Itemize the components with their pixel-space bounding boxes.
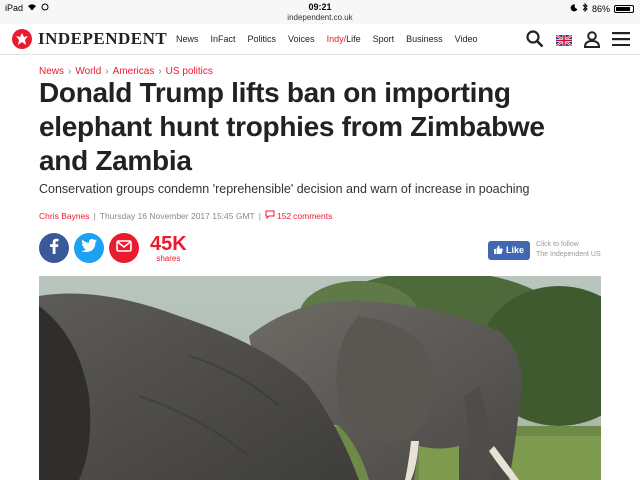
nav-item-video[interactable]: Video — [455, 34, 478, 44]
header-icons — [526, 30, 630, 53]
hero-image[interactable] — [39, 276, 601, 480]
nav-item-voices[interactable]: Voices — [288, 34, 315, 44]
hamburger-menu-icon[interactable] — [612, 32, 630, 51]
nav-indy-label: Indy — [326, 34, 344, 44]
thumbs-up-icon — [494, 245, 503, 256]
byline: Chris Baynes | Thursday 16 November 2017… — [39, 210, 332, 221]
nav-item-news[interactable]: News — [176, 34, 199, 44]
like-label: Like — [506, 245, 525, 255]
share-bar: 45K shares — [39, 233, 187, 263]
article-standfirst: Conservation groups condemn 'reprehensib… — [39, 182, 530, 196]
follow-text: Click to follow The Independent US — [536, 240, 601, 260]
status-bar: iPad 09:21 independent.co.uk 86% — [0, 0, 640, 24]
battery-icon — [614, 4, 634, 13]
twitter-bird-icon — [81, 239, 97, 257]
facebook-like-button[interactable]: Like — [488, 240, 531, 260]
logo[interactable]: INDEPENDENT — [12, 29, 167, 49]
main-nav: News InFact Politics Voices Indy/Life Sp… — [176, 34, 490, 44]
nav-item-infact[interactable]: InFact — [211, 34, 236, 44]
moon-icon — [570, 3, 578, 14]
uk-flag-icon[interactable] — [555, 33, 573, 51]
email-share-button[interactable] — [109, 233, 139, 263]
battery-level — [616, 6, 630, 11]
nav-item-sport[interactable]: Sport — [373, 34, 395, 44]
search-icon[interactable] — [526, 30, 544, 53]
nav-item-politics[interactable]: Politics — [248, 34, 277, 44]
nav-life-label: Life — [346, 34, 361, 44]
comment-count: 152 — [276, 210, 292, 221]
byline-divider: | — [258, 210, 261, 221]
address-bar[interactable]: independent.co.uk — [0, 13, 640, 22]
status-time: 09:21 — [308, 2, 332, 12]
nav-item-indy-life[interactable]: Indy/Life — [327, 34, 361, 44]
follow-line-1: Click to follow — [536, 241, 579, 248]
logo-text: INDEPENDENT — [38, 29, 168, 48]
facebook-share-button[interactable] — [39, 233, 69, 263]
twitter-share-button[interactable] — [74, 233, 104, 263]
comment-bubble-icon — [265, 210, 275, 221]
follow-line-2: The Independent US — [536, 251, 601, 258]
email-icon — [116, 239, 132, 257]
byline-divider: | — [93, 210, 96, 221]
share-count-label: shares — [156, 253, 181, 263]
share-count: 45K shares — [150, 234, 187, 263]
share-count-number: 45K — [150, 232, 187, 255]
site-header: INDEPENDENT News InFact Politics Voices … — [0, 25, 640, 55]
author-name[interactable]: Chris Baynes — [39, 211, 90, 221]
publish-date: Thursday 16 November 2017 15:45 GMT — [99, 210, 255, 221]
comment-label: comments — [293, 210, 333, 221]
bluetooth-icon — [582, 2, 588, 14]
comments-link[interactable]: 152 comments — [265, 210, 332, 221]
article-headline: Donald Trump lifts ban on importing elep… — [39, 77, 545, 176]
elephants-photo — [39, 276, 601, 480]
battery-percent: 86% — [591, 3, 610, 14]
facebook-icon — [49, 238, 59, 259]
eagle-logo-icon — [12, 29, 32, 49]
follow-widget: Like Click to follow The Independent US — [488, 240, 601, 260]
nav-item-business[interactable]: Business — [406, 34, 443, 44]
user-account-icon[interactable] — [583, 30, 601, 53]
status-right: 86% — [570, 2, 634, 14]
